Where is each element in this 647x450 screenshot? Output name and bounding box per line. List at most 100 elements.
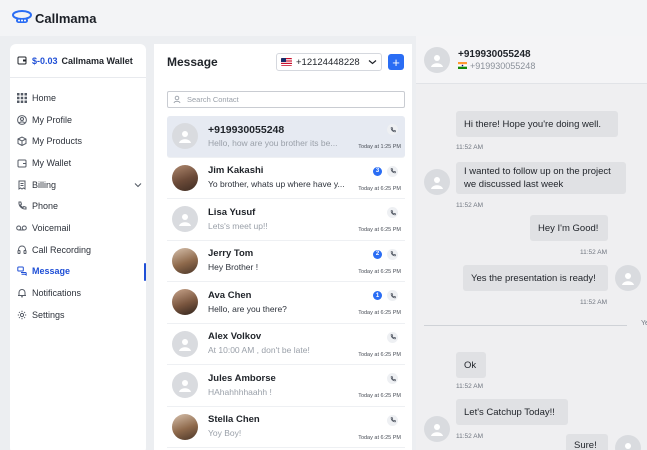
chat-header: +919930055248 +919930055248 [416,36,647,84]
plus-icon: + [392,54,400,70]
chat-panel: +919930055248 +919930055248 Hi there! Ho… [416,36,647,450]
message-time: 11:52 AM [580,249,607,256]
contact-preview: At 10:00 AM , don't be late! [208,345,310,356]
contact-preview: Yo brother, whats up where have y... [208,179,345,190]
call-icon[interactable] [387,248,398,260]
sidebar-item-notifications[interactable]: Notifications [10,282,146,304]
search-box[interactable] [167,91,405,108]
chevron-down-icon[interactable] [134,180,142,190]
avatar [172,164,198,191]
sidebar-item-settings[interactable]: Settings [10,304,146,326]
sidebar-item-billing[interactable]: Billing [10,174,146,196]
contact-name: Stella Chen [208,414,260,426]
bell-icon [16,288,27,299]
message-bubble-incoming: I wanted to follow up on the project we … [456,162,626,194]
date-divider [424,325,627,326]
user-circle-icon [16,114,27,125]
call-icon[interactable] [387,331,398,343]
avatar [172,206,198,233]
sidebar-item-my-wallet[interactable]: My Wallet [10,152,146,174]
message-time: 11:52 AM [456,383,483,390]
avatar [424,416,450,442]
call-icon[interactable] [387,207,398,218]
avatar [172,123,198,150]
contact-time: Today at 6:25 PM [358,227,401,233]
message-time: 11:52 AM [580,299,607,306]
call-icon[interactable] [387,165,398,177]
chat-contact-number: +919930055248 [470,60,536,71]
sidebar-item-message[interactable]: Message [10,261,146,283]
contact-time: Today at 6:25 PM [358,268,401,275]
contact-item[interactable]: Jim Kakashi Yo brother, whats up where h… [167,158,405,199]
contact-item[interactable]: Stella Chen Yoy Boy! Today at 6:25 PM [167,407,405,448]
sidebar-item-label: Settings [32,309,65,320]
gear-icon [16,309,27,320]
contact-time: Today at 6:25 PM [358,351,401,358]
wallet-amount: $-0.03 [32,55,58,66]
sidebar-item-label: Phone [32,201,59,212]
contact-name: Jules Amborse [208,372,276,384]
call-icon[interactable] [387,290,398,301]
sidebar-item-label: Message [32,266,71,277]
message-bubble-outgoing: Yes the presentation is ready! [463,265,608,291]
voicemail-icon [16,222,27,233]
sidebar-item-label: My Products [32,136,83,147]
call-icon[interactable] [387,414,398,426]
message-bubble-incoming: Hi there! Hope you're doing well. [456,111,618,137]
contact-item[interactable]: Jerry Tom Hey Brother ! 2 Today at 6:25 … [167,241,405,282]
contact-time: Today at 6:25 PM [358,310,401,316]
contact-preview: Hello, are you there? [208,303,287,314]
contact-name: Ava Chen [208,289,252,301]
sidebar-item-my-profile[interactable]: My Profile [10,109,146,131]
chat-contact-subtitle: +919930055248 [458,61,535,71]
phone-icon [16,201,27,212]
contact-list: +919930055248 Hello, how are you brother… [154,116,412,448]
avatar [172,372,198,399]
message-bubble-outgoing: Sure! [566,434,608,450]
sidebar-item-my-products[interactable]: My Products [10,130,146,152]
sidebar-item-label: Home [32,92,57,103]
avatar [424,169,450,195]
new-message-button[interactable]: + [388,54,404,70]
call-icon[interactable] [387,124,398,135]
message-time: 11:52 AM [456,202,483,209]
search-input[interactable] [187,95,387,104]
sidebar-item-home[interactable]: Home [10,87,146,109]
user-search-icon [173,91,182,109]
india-flag-icon [458,62,467,69]
date-divider-label: Ye [641,320,647,327]
app-name: Callmama [35,10,97,26]
contact-item[interactable]: Ava Chen Hello, are you there? 1 Today a… [167,282,405,324]
wallet-summary[interactable]: $-0.03 Callmama Wallet [10,44,146,78]
contact-item[interactable]: Lisa Yusuf Lets's meet up!! Today at 6:2… [167,199,405,241]
contact-preview: HAhahhhhaahh ! [208,386,272,397]
sidebar-item-voicemail[interactable]: Voicemail [10,217,146,239]
call-icon[interactable] [387,373,398,384]
number-select[interactable]: +12124448228 [276,53,382,71]
contact-item[interactable]: Alex Volkov At 10:00 AM , don't be late!… [167,324,405,365]
selected-number: +12124448228 [296,56,360,68]
sidebar-nav: Home My Profile My Products My Wallet Bi… [10,78,146,326]
contact-time: Today at 6:25 PM [358,434,401,441]
sidebar-item-phone[interactable]: Phone [10,195,146,217]
contact-name: Jim Kakashi [208,165,264,177]
contact-name: +919930055248 [208,123,285,136]
chat-icon [16,266,27,277]
page-title: Message [167,55,218,69]
callmama-logo-icon [12,10,32,26]
contact-item[interactable]: Jules Amborse HAhahhhhaahh ! Today at 6:… [167,365,405,407]
chevron-down-icon [368,57,377,68]
sidebar-item-label: Call Recording [32,244,92,255]
avatar [172,413,198,440]
contact-item[interactable]: +919930055248 Hello, how are you brother… [167,116,405,158]
avatar [172,247,198,274]
avatar [424,46,450,73]
sidebar-item-call-recording[interactable]: Call Recording [10,239,146,261]
top-bar: Callmama [0,0,647,36]
sidebar-item-label: Voicemail [32,222,71,233]
sidebar-item-label: Notifications [32,288,82,299]
message-bubble-incoming: Ok [456,352,486,378]
contact-time: Today at 6:25 PM [358,393,401,399]
contact-preview: Hello, how are you brother its be... [208,137,338,148]
message-bubble-outgoing: Hey I'm Good! [530,215,608,241]
